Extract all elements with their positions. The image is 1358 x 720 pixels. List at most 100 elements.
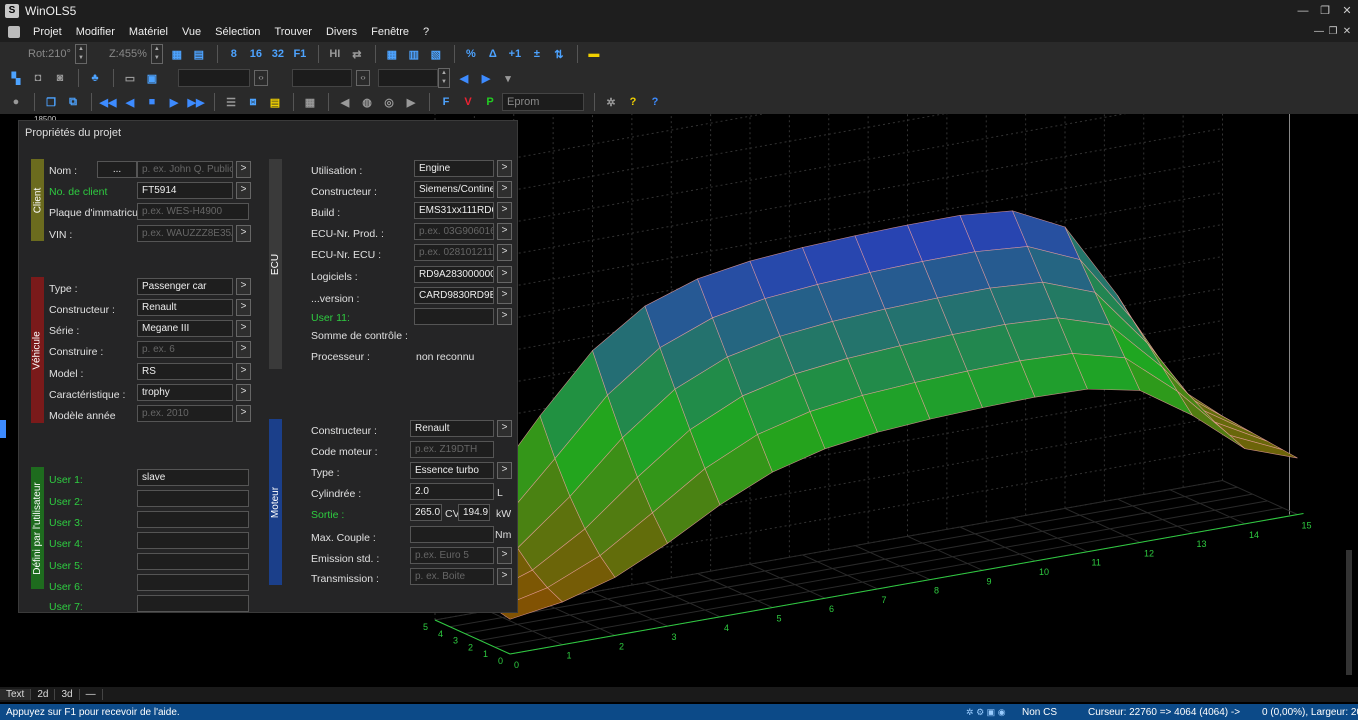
prev-icon[interactable]: ◀ — [454, 68, 474, 88]
ecu-prod-input[interactable]: p.ex. 03G906016 — [414, 223, 494, 240]
couple-input[interactable] — [410, 526, 494, 543]
logiciels-arrow-button[interactable]: > — [497, 266, 512, 283]
ecu-constructeur-arrow-button[interactable]: > — [497, 181, 512, 198]
p-flag-icon[interactable]: P — [480, 92, 500, 112]
dropdown-icon[interactable]: ▾ — [498, 68, 518, 88]
version-arrow-button[interactable]: > — [497, 287, 512, 304]
back-icon[interactable]: ◀ — [120, 92, 140, 112]
spin-up-icon[interactable]: ▲ — [76, 45, 86, 54]
serie-arrow-button[interactable]: > — [236, 320, 251, 337]
spin-up-icon[interactable]: ▲ — [439, 69, 449, 78]
swap-bytes-icon[interactable]: ⇅ — [549, 44, 569, 64]
caracteristique-input[interactable]: trophy — [137, 384, 233, 401]
value-combo[interactable] — [292, 69, 352, 87]
client-no-arrow-button[interactable]: > — [236, 182, 251, 199]
model-arrow-button[interactable]: > — [236, 363, 251, 380]
transmission-arrow-button[interactable]: > — [497, 568, 512, 585]
moteur-constructeur-arrow-button[interactable]: > — [497, 420, 512, 437]
menu-selection[interactable]: Sélection — [208, 26, 267, 38]
utilisation-arrow-button[interactable]: > — [497, 160, 512, 177]
minimize-icon[interactable]: — — [1292, 0, 1314, 22]
menu-fenetre[interactable]: Fenêtre — [364, 26, 416, 38]
plaque-input[interactable]: p.ex. WES-H4900 — [137, 203, 249, 220]
doc-minimize-icon[interactable]: — — [1312, 22, 1326, 42]
client-no-input[interactable]: FT5914 — [137, 182, 233, 199]
dec-icon[interactable]: ▥ — [404, 44, 424, 64]
menu-divers[interactable]: Divers — [319, 26, 364, 38]
utilisation-input[interactable]: Engine — [414, 160, 494, 177]
model-input[interactable]: RS — [137, 363, 233, 380]
code-moteur-input[interactable]: p.ex. Z19DTH — [410, 441, 494, 458]
page-icon[interactable]: ▦ — [300, 92, 320, 112]
swap-icon[interactable]: ⇄ — [347, 44, 367, 64]
offset-combo[interactable] — [378, 69, 438, 87]
left-icon[interactable]: ◀ — [335, 92, 355, 112]
bin-icon[interactable]: ▧ — [426, 44, 446, 64]
nom-input[interactable]: p. ex. John Q. Public — [137, 161, 233, 178]
menu-vue[interactable]: Vue — [175, 26, 208, 38]
chip-icon[interactable]: ● — [6, 92, 26, 112]
close-icon[interactable]: ✕ — [1336, 0, 1358, 22]
vin-input[interactable]: p.ex. WAUZZZ8E35A2 — [137, 225, 233, 242]
bit16-icon[interactable]: 16 — [246, 44, 266, 64]
type-arrow-button[interactable]: > — [236, 278, 251, 295]
ecu-nr-input[interactable]: p.ex. 0281012111 — [414, 244, 494, 261]
nom-browse-button[interactable]: ... — [97, 161, 137, 178]
settings-icon[interactable]: ✲ — [601, 92, 621, 112]
bit8-icon[interactable]: 8 — [224, 44, 244, 64]
spin-down-icon[interactable]: ▼ — [439, 78, 449, 87]
cars-icon[interactable]: ◍ — [357, 92, 377, 112]
compare-icon[interactable]: ⧉ — [63, 92, 83, 112]
moteur-type-arrow-button[interactable]: > — [497, 462, 512, 479]
annee-arrow-button[interactable]: > — [236, 405, 251, 422]
document-icon[interactable] — [8, 26, 20, 38]
spin-down-icon[interactable]: ▼ — [152, 54, 162, 63]
v-flag-icon[interactable]: V — [458, 92, 478, 112]
build-input[interactable]: EMS31xx111RDC — [414, 202, 494, 219]
logiciels-input[interactable]: RD9A283000000 — [414, 266, 494, 283]
first-icon[interactable]: ◀◀ — [98, 92, 118, 112]
user4-input[interactable] — [137, 532, 249, 549]
cylindree-input[interactable]: 2.0 — [410, 483, 494, 500]
spin-up-icon[interactable]: ▲ — [152, 45, 162, 54]
zoom-spinner[interactable]: ▲ ▼ — [150, 44, 163, 64]
offset-spinner[interactable]: ▲ ▼ — [438, 68, 450, 88]
car3-icon[interactable]: ◎ — [379, 92, 399, 112]
tab-text[interactable]: Text — [0, 689, 32, 700]
combo-arrows-icon[interactable]: ‹› — [356, 70, 370, 86]
annee-input[interactable]: p.ex. 2010 — [137, 405, 233, 422]
user11-arrow-button[interactable]: > — [497, 308, 512, 325]
context-help-icon[interactable]: ? — [645, 92, 665, 112]
tab-minus[interactable]: — — [80, 689, 103, 700]
tab-2d[interactable]: 2d — [31, 689, 56, 700]
serie-input[interactable]: Megane III — [137, 320, 233, 337]
copy-window-icon[interactable]: ❐ — [41, 92, 61, 112]
map-tool-icon[interactable]: ▚ — [6, 68, 26, 88]
user7-input[interactable] — [137, 595, 249, 612]
zoom-area-icon[interactable]: ⧈ — [243, 92, 263, 112]
signed-icon[interactable]: ± — [527, 44, 547, 64]
tree-icon[interactable]: ♣ — [85, 68, 105, 88]
frame-icon[interactable]: ▣ — [142, 68, 162, 88]
list-icon[interactable]: ☰ — [221, 92, 241, 112]
sortie-cv-input[interactable]: 265.0 — [410, 504, 442, 521]
eprom-combo[interactable]: Eprom — [502, 93, 584, 111]
map-combo[interactable] — [178, 69, 250, 87]
constructeur-input[interactable]: Renault — [137, 299, 233, 316]
doc-restore-icon[interactable]: ❐ — [1326, 22, 1340, 42]
next-icon[interactable]: ▶ — [476, 68, 496, 88]
user2-input[interactable] — [137, 490, 249, 507]
vin-arrow-button[interactable]: > — [236, 225, 251, 242]
hilo-icon[interactable]: HI — [325, 44, 345, 64]
emission-input[interactable]: p.ex. Euro 5 — [410, 547, 494, 564]
spin-down-icon[interactable]: ▼ — [76, 54, 86, 63]
splitter-handle[interactable] — [0, 420, 6, 438]
type-input[interactable]: Passenger car — [137, 278, 233, 295]
user5-input[interactable] — [137, 553, 249, 570]
construire-arrow-button[interactable]: > — [236, 341, 251, 358]
emission-arrow-button[interactable]: > — [497, 547, 512, 564]
user1-input[interactable]: slave — [137, 469, 249, 486]
user6-input[interactable] — [137, 574, 249, 591]
moteur-type-input[interactable]: Essence turbo — [410, 462, 494, 479]
version-input[interactable]: CARD9830RD9B30 — [414, 287, 494, 304]
